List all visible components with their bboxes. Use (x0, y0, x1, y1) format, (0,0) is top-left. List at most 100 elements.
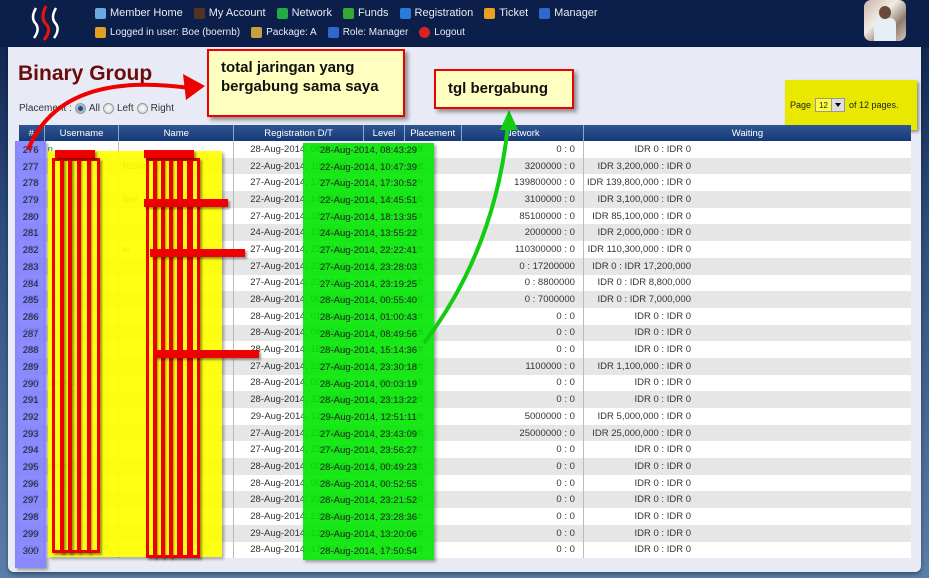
row-registration: 28-Aug-2014, 00:03:19 (319, 378, 418, 390)
nav-item-ticket[interactable]: Ticket (484, 7, 528, 19)
nav-item-label: Ticket (499, 7, 529, 19)
nav-item-label: Manager (554, 7, 598, 19)
row-registration: 28-Aug-2014, 23:21:52 (319, 495, 418, 507)
status-item-label: Logout (434, 27, 465, 38)
cell-network: 0 : 0 (556, 377, 575, 389)
table-header-row: # Username Name Registration D/T Level Placem… (19, 125, 911, 141)
row-id: 279 (22, 195, 39, 207)
row-registration: 27-Aug-2014, 22:22:41 (319, 245, 418, 257)
redaction-bar (144, 199, 228, 207)
top-header: Member Home My Account Network Funds Registr… (0, 0, 929, 47)
nav-item-funds[interactable]: Funds (342, 7, 389, 19)
cell-network: 3200000 : 0 (524, 160, 575, 172)
redaction-bar (150, 249, 245, 257)
row-registration: 28-Aug-2014, 15:14:36 (319, 345, 418, 357)
registration-icon (399, 7, 411, 19)
column-header-#[interactable]: # (19, 125, 45, 141)
cell-network: 0 : 0 (556, 310, 575, 322)
row-registration: 27-Aug-2014, 23:56:27 (319, 445, 418, 457)
row-id: 296 (22, 478, 39, 490)
row-registration: 28-Aug-2014, 00:55:40 (319, 295, 418, 307)
cell-waiting: IDR 0 : IDR 8,800,000 (582, 274, 911, 292)
column-header-network[interactable]: Network (460, 125, 584, 141)
column-header-registration-d-t[interactable]: Registration D/T (232, 125, 364, 141)
redaction-bar (155, 350, 259, 358)
placement-label: Placement : (19, 103, 72, 114)
placement-filter: Placement : All Left Right (19, 103, 174, 114)
cell-waiting: IDR 0 : IDR 0 (582, 474, 911, 492)
status-item-1: Package: A (251, 27, 317, 38)
cell-waiting: IDR 0 : IDR 0 (582, 441, 911, 459)
status-item-2: Role: Manager (327, 27, 408, 38)
page-select-value[interactable]: 12 (816, 101, 831, 110)
cell-network: 0 : 0 (556, 510, 575, 522)
column-header-name[interactable]: Name (118, 125, 234, 141)
cell-waiting: IDR 0 : IDR 0 (582, 491, 911, 509)
user-status-bar: Logged in user: Boe (boernb) Package: A Ro… (95, 27, 465, 38)
row-registration: 28-Aug-2014, 00:49:23 (319, 462, 418, 474)
id-column-overlay: 276 277 278 279 280 281 282 283 284 285 286 287 288 2… (15, 143, 46, 560)
cell-waiting: IDR 0 : IDR 17,200,000 (582, 257, 911, 275)
row-registration: 27-Aug-2014, 23:28:03 (319, 261, 418, 273)
column-header-username[interactable]: Username (43, 125, 119, 141)
redaction-box (180, 158, 190, 558)
row-registration: 24-Aug-2014, 13:55:22 (319, 228, 418, 240)
row-id: 277 (22, 161, 39, 173)
funds-icon (342, 7, 354, 19)
pager-suffix: of 12 pages. (848, 100, 899, 110)
cell-waiting: IDR 3,200,000 : IDR 0 (582, 157, 911, 175)
cell-waiting: IDR 85,100,000 : IDR 0 (582, 207, 911, 225)
column-header-placement[interactable]: Placement (403, 125, 462, 141)
row-registration: 28-Aug-2014, 00:52:55 (319, 478, 418, 490)
nav-item-label: Funds (357, 7, 389, 19)
row-id: 287 (22, 328, 39, 340)
cell-network: 0 : 17200000 (519, 260, 575, 272)
nav-item-my-account[interactable]: My Account (193, 7, 266, 19)
row-id: 300 (22, 545, 39, 557)
placement-option-all[interactable]: All (89, 103, 100, 114)
status-item-0: Logged in user: Boe (boernb) (95, 27, 240, 38)
row-id: 285 (22, 295, 39, 307)
registration-column-overlay: 28-Aug-2014, 08:43:29 22-Aug-2014, 10:47:… (303, 143, 434, 560)
cell-waiting: IDR 0 : IDR 0 (582, 508, 911, 525)
cell-waiting: IDR 25,000,000 : IDR 0 (582, 424, 911, 442)
column-header-waiting[interactable]: Waiting (582, 125, 911, 141)
cell-waiting: IDR 0 : IDR 0 (582, 374, 911, 392)
nav-item-network[interactable]: Network (276, 7, 332, 19)
row-id: 280 (22, 211, 39, 223)
placement-option-left[interactable]: Left (117, 103, 134, 114)
cell-network: 0 : 0 (556, 327, 575, 339)
page-select[interactable]: 12 (815, 98, 845, 112)
cell-waiting: IDR 139,800,000 : IDR 0 (582, 174, 911, 192)
cell-waiting: IDR 0 : IDR 0 (582, 391, 911, 408)
row-registration: 27-Aug-2014, 23:43:09 (319, 428, 418, 440)
user-icon (193, 7, 205, 19)
avatar[interactable] (864, 0, 906, 41)
row-id: 284 (22, 278, 39, 290)
nav-item-member-home[interactable]: Member Home (95, 7, 183, 19)
cell-waiting: IDR 2,000,000 : IDR 0 (582, 224, 911, 242)
status-item-label: Package: A (266, 27, 317, 38)
home-icon (95, 7, 106, 19)
status-item-3[interactable]: Logout (419, 27, 465, 38)
cell-network: 0 : 0 (556, 394, 575, 406)
cell-waiting: IDR 0 : IDR 0 (582, 541, 911, 559)
column-header-level[interactable]: Level (363, 125, 405, 141)
placement-option-right[interactable]: Right (151, 103, 174, 114)
row-registration: 29-Aug-2014, 13:20:06 (319, 528, 418, 540)
row-id: 294 (22, 445, 39, 457)
nav-item-manager[interactable]: Manager (539, 7, 598, 19)
cell-network: 0 : 0 (556, 477, 575, 489)
placement-radio-right[interactable] (136, 103, 148, 114)
row-id: 298 (22, 512, 39, 524)
row-registration: 27-Aug-2014, 23:19:25 (319, 278, 418, 290)
nav-item-label: Network (291, 7, 332, 19)
nav-item-registration[interactable]: Registration (399, 7, 474, 19)
row-registration: 27-Aug-2014, 18:13:35 (319, 211, 418, 223)
placement-radio-all[interactable] (74, 103, 86, 114)
nav-item-label: Registration (414, 7, 474, 19)
chevron-down-icon[interactable] (830, 99, 844, 111)
row-registration: 28-Aug-2014, 23:13:22 (319, 395, 418, 407)
cell-network: 0 : 0 (556, 544, 575, 556)
placement-radio-left[interactable] (102, 103, 114, 114)
